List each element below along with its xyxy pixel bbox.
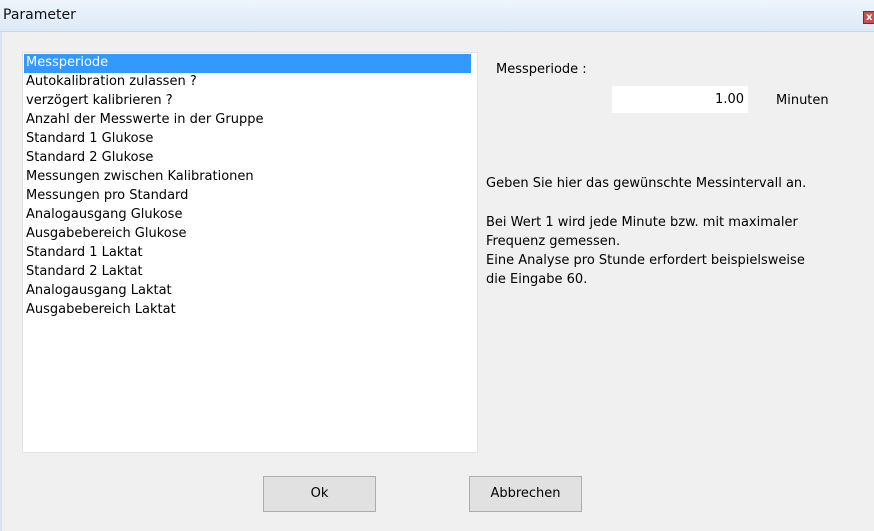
window-title: Parameter bbox=[3, 7, 76, 23]
ok-button[interactable]: Ok bbox=[263, 476, 376, 512]
parameter-list-item[interactable]: verzögert kalibrieren ? bbox=[24, 92, 476, 111]
parameter-name-label: Messperiode : bbox=[496, 62, 587, 77]
window-frame-left bbox=[0, 32, 2, 531]
parameter-dialog: Parameter x Messperiode Autokalibration z… bbox=[0, 0, 874, 531]
parameter-listbox[interactable]: Messperiode Autokalibration zulassen ? ver… bbox=[22, 52, 478, 453]
parameter-list-item[interactable]: Analogausgang Glukose bbox=[24, 206, 476, 225]
help-line: Bei Wert 1 wird jede Minute bzw. mit max… bbox=[486, 215, 798, 230]
parameter-list-item[interactable]: Standard 2 Glukose bbox=[24, 149, 476, 168]
unit-label: Minuten bbox=[776, 93, 829, 108]
parameter-value-input[interactable] bbox=[612, 86, 748, 113]
title-bar[interactable]: Parameter x bbox=[0, 0, 874, 32]
parameter-list-item[interactable]: Standard 1 Laktat bbox=[24, 244, 476, 263]
parameter-list-item[interactable]: Ausgabebereich Laktat bbox=[24, 301, 476, 320]
parameter-list-item[interactable]: Autokalibration zulassen ? bbox=[24, 73, 476, 92]
parameter-list-item[interactable]: Standard 2 Laktat bbox=[24, 263, 476, 282]
parameter-list-item[interactable]: Messperiode bbox=[24, 54, 471, 73]
help-line: Eine Analyse pro Stunde erfordert beispi… bbox=[486, 253, 805, 268]
cancel-button[interactable]: Abbrechen bbox=[469, 476, 582, 512]
parameter-list-item[interactable]: Ausgabebereich Glukose bbox=[24, 225, 476, 244]
parameter-list-item[interactable]: Messungen zwischen Kalibrationen bbox=[24, 168, 476, 187]
help-line: die Eingabe 60. bbox=[486, 272, 588, 287]
parameter-list-item[interactable]: Analogausgang Laktat bbox=[24, 282, 476, 301]
parameter-list-item[interactable]: Standard 1 Glukose bbox=[24, 130, 476, 149]
parameter-list-item[interactable]: Anzahl der Messwerte in der Gruppe bbox=[24, 111, 476, 130]
parameter-list-item[interactable]: Messungen pro Standard bbox=[24, 187, 476, 206]
close-icon[interactable]: x bbox=[863, 11, 874, 24]
help-line: Frequenz gemessen. bbox=[486, 234, 621, 249]
help-text-details: Bei Wert 1 wird jede Minute bzw. mit max… bbox=[486, 213, 866, 289]
help-text-intro: Geben Sie hier das gewünschte Messinterv… bbox=[486, 176, 807, 191]
